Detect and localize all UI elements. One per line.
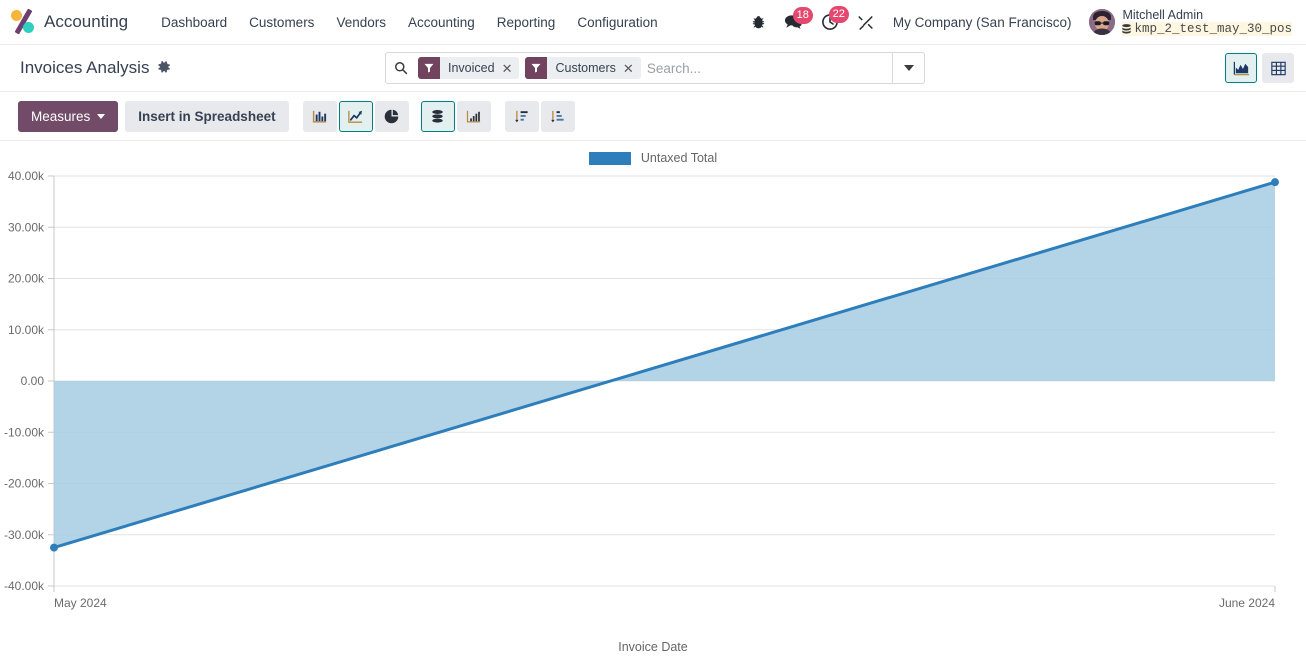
measures-label: Measures <box>31 108 91 124</box>
odoo-logo-icon[interactable] <box>10 8 36 35</box>
pie-chart-icon <box>384 109 399 123</box>
avatar <box>1089 9 1116 35</box>
facet-remove-icon[interactable]: ✕ <box>623 62 634 75</box>
ascending-bars-icon <box>466 110 481 122</box>
sort-descending-button[interactable] <box>504 100 539 132</box>
facet-customers[interactable]: Customers ✕ <box>525 57 641 79</box>
facet-text: Customers <box>555 61 616 75</box>
filter-icon <box>418 57 440 79</box>
graph-view-chart: Untaxed Total 40.00k 30.00k 20.00k 10.00k 0.… <box>0 141 1306 660</box>
line-chart-button[interactable] <box>338 100 373 132</box>
svg-text:-30.00k: -30.00k <box>4 528 45 542</box>
database-label: kmp_2_test_may_30_pos <box>1134 22 1292 36</box>
view-switcher <box>1225 53 1294 83</box>
chart-plot <box>50 178 1279 552</box>
chevron-down-icon <box>97 113 106 119</box>
cumulative-button[interactable] <box>456 100 491 132</box>
search-view: Invoiced ✕ Customers ✕ <box>385 52 925 84</box>
pie-chart-button[interactable] <box>374 100 409 132</box>
menu-item-configuration[interactable]: Configuration <box>566 9 668 36</box>
facet-remove-icon[interactable]: ✕ <box>502 62 513 75</box>
svg-text:0.00: 0.00 <box>21 374 45 388</box>
chart-canvas[interactable]: 40.00k 30.00k 20.00k 10.00k 0.00 -10.00k -20.0… <box>0 141 1306 660</box>
bug-icon[interactable] <box>742 11 775 34</box>
facet-text: Invoiced <box>448 61 495 75</box>
navbar-right-section: 18 22 My Company (San Francisco) Mitchel… <box>742 6 1296 36</box>
control-panel: Invoices Analysis Invoiced ✕ Customers ✕… <box>0 45 1306 92</box>
svg-text:-10.00k: -10.00k <box>4 425 45 439</box>
svg-text:10.00k: 10.00k <box>8 323 45 337</box>
user-menu[interactable]: Mitchell Admin kmp_2_test_may_30_pos <box>1081 8 1296 36</box>
messages-icon[interactable]: 18 <box>775 7 813 34</box>
svg-text:30.00k: 30.00k <box>8 220 45 234</box>
insert-in-spreadsheet-button[interactable]: Insert in Spreadsheet <box>125 100 289 132</box>
search-dropdown-toggle[interactable] <box>892 53 924 83</box>
sort-ascending-button[interactable] <box>540 100 575 132</box>
breadcrumb: Invoices Analysis <box>20 58 171 78</box>
menu-item-reporting[interactable]: Reporting <box>486 9 567 36</box>
page-title: Invoices Analysis <box>20 58 150 77</box>
stacked-icon <box>432 109 443 123</box>
company-switcher[interactable]: My Company (San Francisco) <box>883 10 1082 35</box>
search-facets: Invoiced ✕ Customers ✕ <box>416 53 643 83</box>
database-name: kmp_2_test_may_30_pos <box>1122 22 1292 36</box>
filter-icon <box>525 57 548 79</box>
app-brand-name[interactable]: Accounting <box>44 12 128 32</box>
facet-customers-label: Customers ✕ <box>547 57 641 79</box>
svg-text:-40.00k: -40.00k <box>4 579 45 593</box>
search-icon <box>386 53 416 83</box>
wrench-icon[interactable] <box>848 10 883 35</box>
svg-text:-20.00k: -20.00k <box>4 477 45 491</box>
x-axis-title: Invoice Date <box>618 640 688 654</box>
main-menu: Dashboard Customers Vendors Accounting R… <box>150 9 669 36</box>
chart-x-axis-labels: May 2024 June 2024 <box>54 596 1275 610</box>
svg-text:June 2024: June 2024 <box>1219 596 1275 610</box>
user-name: Mitchell Admin <box>1122 8 1204 22</box>
svg-text:May 2024: May 2024 <box>54 596 107 610</box>
measures-button[interactable]: Measures <box>18 100 119 132</box>
chart-y-axis-labels: 40.00k 30.00k 20.00k 10.00k 0.00 -10.00k -20.0… <box>4 169 45 593</box>
search-input[interactable] <box>642 53 892 83</box>
sort-ascending-icon <box>551 110 564 122</box>
menu-item-accounting[interactable]: Accounting <box>397 9 486 36</box>
activities-badge: 22 <box>828 6 849 23</box>
facet-invoiced[interactable]: Invoiced ✕ <box>418 57 520 79</box>
activities-clock-icon[interactable]: 22 <box>812 6 849 35</box>
facet-invoiced-label: Invoiced ✕ <box>440 57 520 79</box>
chevron-down-icon <box>903 65 914 71</box>
view-button-pivot[interactable] <box>1262 53 1294 83</box>
sort-group <box>504 100 575 132</box>
pivot-table-icon <box>1270 61 1286 75</box>
sort-descending-icon <box>515 110 528 122</box>
menu-item-vendors[interactable]: Vendors <box>325 9 397 36</box>
menu-item-dashboard[interactable]: Dashboard <box>150 9 238 36</box>
top-navbar: Accounting Dashboard Customers Vendors A… <box>0 0 1306 45</box>
gear-icon[interactable] <box>157 60 171 77</box>
chart-mode-group <box>420 100 491 132</box>
menu-item-customers[interactable]: Customers <box>238 9 325 36</box>
area-chart-icon <box>1233 61 1249 75</box>
bar-chart-button[interactable] <box>302 100 337 132</box>
line-chart-icon <box>348 110 363 123</box>
chart-type-group <box>302 100 409 132</box>
bar-chart-icon <box>312 110 327 123</box>
stacked-button[interactable] <box>420 100 455 132</box>
view-button-graph[interactable] <box>1225 53 1257 83</box>
database-icon <box>1122 23 1132 33</box>
svg-text:20.00k: 20.00k <box>8 272 45 286</box>
svg-text:40.00k: 40.00k <box>8 169 45 183</box>
messages-badge: 18 <box>792 7 813 24</box>
chart-toolbar: Measures Insert in Spreadsheet <box>0 92 1306 141</box>
